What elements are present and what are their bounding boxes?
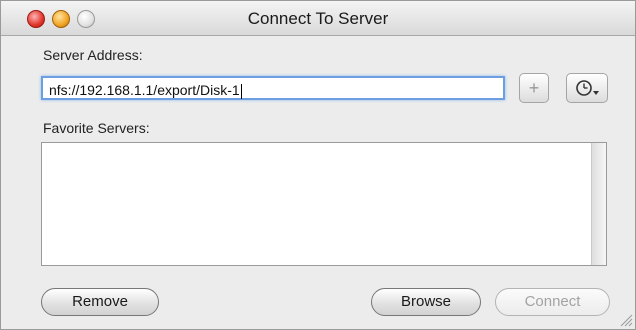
window-title: Connect To Server	[247, 9, 389, 28]
favorite-servers-label: Favorite Servers:	[43, 120, 150, 136]
list-scrollbar[interactable]	[591, 143, 606, 265]
server-address-value: nfs://192.168.1.1/export/Disk-1	[49, 82, 240, 98]
connect-button[interactable]: Connect	[495, 288, 610, 316]
add-favorite-button[interactable]: +	[519, 73, 549, 103]
clock-icon	[576, 80, 599, 96]
resize-grip-icon[interactable]	[619, 313, 633, 327]
title-bar[interactable]: Connect To Server	[1, 1, 635, 36]
connect-to-server-window: Connect To Server Server Address: nfs://…	[0, 0, 636, 330]
server-address-input[interactable]: nfs://192.168.1.1/export/Disk-1	[41, 76, 505, 100]
recent-servers-button[interactable]	[566, 73, 608, 103]
chevron-down-icon	[593, 91, 599, 95]
plus-icon: +	[528, 78, 540, 98]
text-cursor	[240, 83, 242, 99]
browse-button[interactable]: Browse	[371, 288, 481, 316]
server-address-label: Server Address:	[43, 47, 143, 63]
remove-button[interactable]: Remove	[41, 288, 159, 316]
favorite-servers-list[interactable]	[41, 142, 607, 266]
